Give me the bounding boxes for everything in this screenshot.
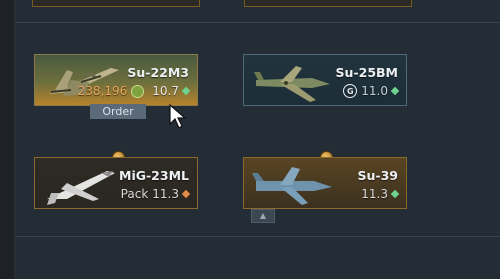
vehicle-card-mig-23ml[interactable]: MiG-23ML Pack 11.3 bbox=[34, 157, 198, 209]
battle-rating: 10.7 bbox=[152, 84, 179, 98]
vehicle-card-su-25bm[interactable]: Su-25BM G 11.0 bbox=[243, 54, 407, 106]
pack-label: Pack bbox=[120, 187, 149, 201]
su-25bm-plane-icon bbox=[254, 66, 330, 102]
vehicle-info-row: 11.3 bbox=[361, 187, 400, 201]
battle-rating: 11.3 bbox=[152, 187, 179, 201]
vehicle-name: Su-22M3 bbox=[127, 65, 189, 80]
research-cost: 238,196 bbox=[77, 84, 128, 98]
row-separator bbox=[15, 236, 500, 237]
eagle-icon bbox=[131, 84, 145, 98]
rank-diamond-icon bbox=[181, 86, 191, 96]
rank-diamond-icon bbox=[390, 189, 400, 199]
battle-rating: 11.3 bbox=[361, 187, 388, 201]
vehicle-name: Su-25BM bbox=[335, 65, 398, 80]
expand-arrow-icon[interactable]: ▲ bbox=[251, 209, 275, 223]
left-panel-edge bbox=[0, 0, 15, 279]
vehicle-info-row: Pack 11.3 bbox=[120, 187, 191, 201]
vehicle-info-row: 238,196 10.7 bbox=[77, 84, 191, 98]
row-separator bbox=[15, 22, 500, 23]
vehicle-card-su-22m3[interactable]: Su-22M3 238,196 10.7 bbox=[34, 54, 198, 106]
vehicle-card-su-39[interactable]: Su-39 11.3 bbox=[243, 157, 407, 209]
order-button[interactable]: Order bbox=[90, 104, 146, 119]
mouse-cursor-icon bbox=[169, 104, 187, 129]
vehicle-card-partial[interactable] bbox=[32, 0, 200, 7]
vehicle-name: MiG-23ML bbox=[119, 168, 189, 183]
rank-diamond-icon bbox=[390, 86, 400, 96]
mig-23ml-plane-icon bbox=[47, 171, 115, 205]
vehicle-name: Su-39 bbox=[357, 168, 399, 183]
vehicle-card-partial[interactable] bbox=[244, 0, 412, 7]
battle-rating: 11.0 bbox=[361, 84, 388, 98]
vehicle-info-row: G 11.0 bbox=[343, 84, 400, 98]
golden-eagle-icon: G bbox=[343, 84, 358, 98]
rank-diamond-icon bbox=[181, 189, 191, 199]
su-39-plane-icon bbox=[252, 167, 332, 205]
